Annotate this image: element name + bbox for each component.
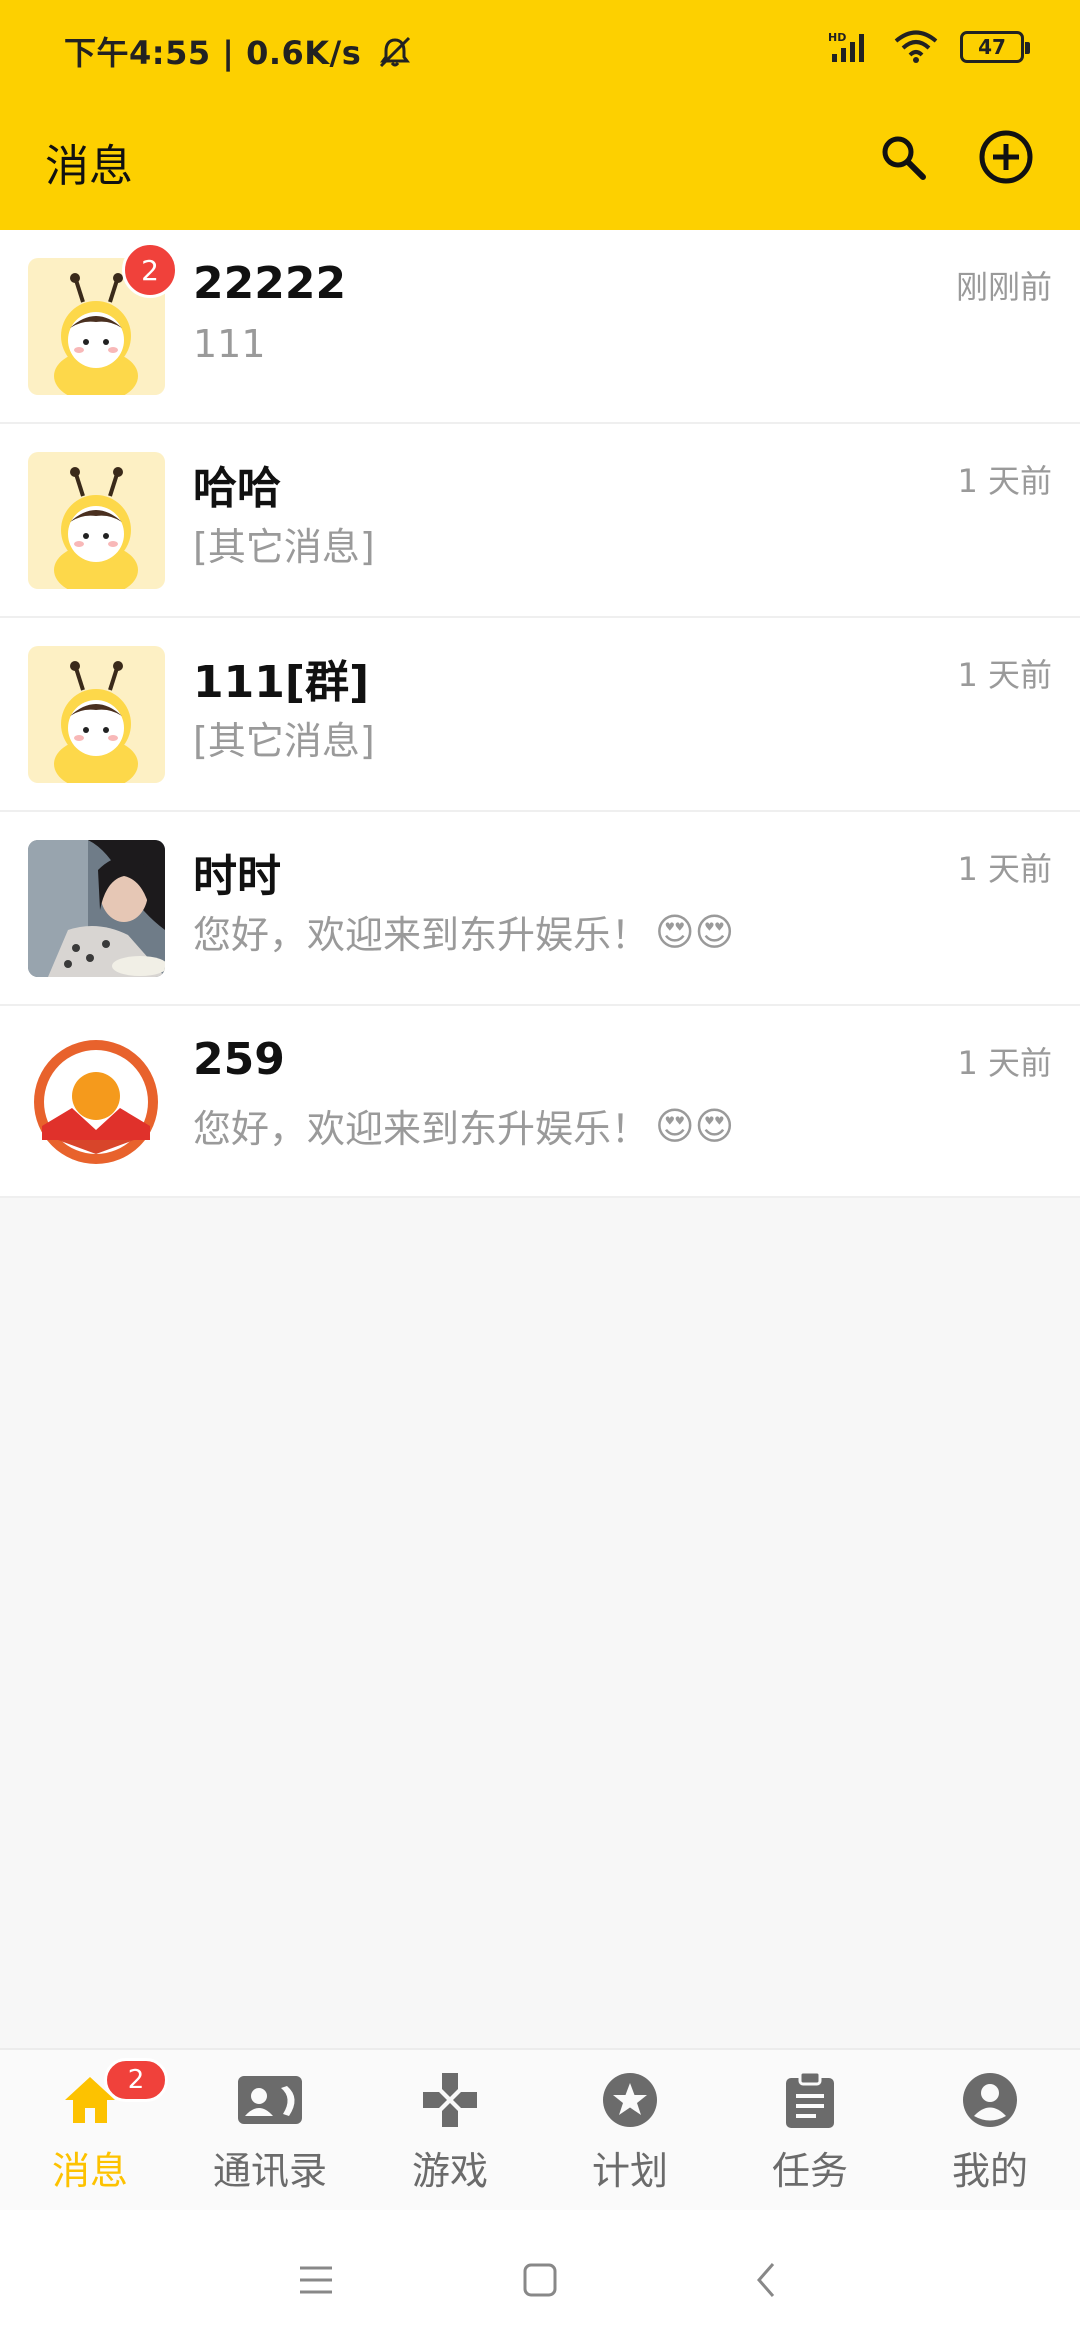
emoji: 😍😍 xyxy=(655,1103,735,1148)
conversation-item[interactable]: 2 22222 111 刚刚前 xyxy=(0,230,1080,424)
contacts-icon xyxy=(238,2076,302,2124)
conversation-list: 2 22222 111 刚刚前 哈哈 [其它消息] 1 天前 111[群] [其… xyxy=(0,230,1080,1198)
conversation-name: 时时 xyxy=(193,851,281,902)
preview-text: [其它消息] xyxy=(193,719,375,763)
page-title: 消息 xyxy=(45,141,133,192)
nav-label: 通讯录 xyxy=(212,2149,327,2193)
account-icon xyxy=(963,2073,1017,2127)
nav-label: 任务 xyxy=(771,2149,848,2193)
nav-label: 消息 xyxy=(51,2149,128,2193)
back-button[interactable] xyxy=(737,2250,797,2310)
nav-item-tasks[interactable]: 任务 xyxy=(720,2050,900,2210)
bottom-nav: 2 消息 通讯录 游戏 计划 任务 我的 xyxy=(0,2048,1080,2210)
conversation-time: 1 天前 xyxy=(957,1044,1052,1082)
recents-button[interactable] xyxy=(286,2250,346,2310)
conversation-item[interactable]: 哈哈 [其它消息] 1 天前 xyxy=(0,424,1080,618)
nav-item-contacts[interactable]: 通讯录 xyxy=(180,2050,360,2210)
wifi-icon xyxy=(894,30,938,63)
preview-text: 您好，欢迎来到东升娱乐！ xyxy=(193,913,650,957)
gamepad-icon xyxy=(423,2073,477,2127)
clipboard-icon xyxy=(786,2070,834,2128)
conversation-name: 哈哈 xyxy=(193,463,281,514)
sun-logo-avatar xyxy=(28,1034,165,1171)
nav-unread-badge: 2 xyxy=(104,2058,168,2102)
nav-item-plan[interactable]: 计划 xyxy=(540,2050,720,2210)
conversation-name: 111[群] xyxy=(193,657,370,708)
network-label: HD xyxy=(828,31,846,44)
search-button[interactable] xyxy=(868,122,938,192)
conversation-item[interactable]: 259 您好，欢迎来到东升娱乐！ 😍😍 1 天前 xyxy=(0,1006,1080,1198)
add-button[interactable] xyxy=(971,122,1041,192)
conversation-name: 259 xyxy=(193,1034,285,1085)
status-bar: 下午4:55 | 0.6K/s HD 47 xyxy=(0,0,1080,95)
conversation-preview: 您好，欢迎来到东升娱乐！ 😍😍 xyxy=(193,1098,734,1153)
unread-badge: 2 xyxy=(122,242,178,298)
nav-item-games[interactable]: 游戏 xyxy=(360,2050,540,2210)
conversation-preview: 111 xyxy=(193,322,266,366)
status-icons: HD 47 xyxy=(828,30,1030,64)
preview-text: 111 xyxy=(193,322,266,366)
bee-avatar xyxy=(28,646,165,783)
menu-icon xyxy=(300,2266,332,2294)
conversation-time: 1 天前 xyxy=(957,462,1052,500)
nav-label: 游戏 xyxy=(411,2149,488,2193)
nav-item-messages[interactable]: 2 消息 xyxy=(0,2050,180,2210)
conversation-item[interactable]: 时时 您好，欢迎来到东升娱乐！ 😍😍 1 天前 xyxy=(0,812,1080,1006)
bee-avatar xyxy=(28,452,165,589)
conversation-time: 1 天前 xyxy=(957,656,1052,694)
messages-screen: 下午4:55 | 0.6K/s HD 47 消息 2 22222 111 刚刚前… xyxy=(0,0,1080,2340)
app-bar: 消息 xyxy=(0,110,1080,210)
search-icon xyxy=(882,136,926,180)
conversation-name: 22222 xyxy=(193,258,347,309)
home-button[interactable] xyxy=(510,2250,570,2310)
preview-text: 您好，欢迎来到东升娱乐！ xyxy=(193,1107,650,1151)
nav-label: 计划 xyxy=(591,2149,668,2193)
square-icon xyxy=(523,2263,557,2297)
emoji: 😍😍 xyxy=(655,909,735,954)
star-icon xyxy=(603,2073,657,2127)
status-time: 下午4:55 | 0.6K/s xyxy=(64,28,413,74)
battery-indicator: 47 xyxy=(960,31,1030,63)
conversation-time: 刚刚前 xyxy=(955,268,1052,306)
header: 下午4:55 | 0.6K/s HD 47 消息 xyxy=(0,0,1080,230)
back-chevron-icon xyxy=(757,2263,775,2297)
status-time-text: 下午4:55 | 0.6K/s xyxy=(64,34,362,72)
conversation-preview: [其它消息] xyxy=(193,516,375,571)
conversation-preview: [其它消息] xyxy=(193,710,375,765)
conversation-time: 1 天前 xyxy=(957,850,1052,888)
mute-bell-icon xyxy=(379,36,410,68)
signal-icon: HD xyxy=(828,31,864,62)
system-nav-bar xyxy=(0,2210,1080,2340)
add-circle-icon xyxy=(979,130,1033,184)
conversation-preview: 您好，欢迎来到东升娱乐！ 😍😍 xyxy=(193,904,734,959)
conversation-item[interactable]: 111[群] [其它消息] 1 天前 xyxy=(0,618,1080,812)
nav-item-me[interactable]: 我的 xyxy=(900,2050,1080,2210)
preview-text: [其它消息] xyxy=(193,525,375,569)
photo-avatar xyxy=(28,840,165,977)
nav-label: 我的 xyxy=(951,2149,1028,2193)
